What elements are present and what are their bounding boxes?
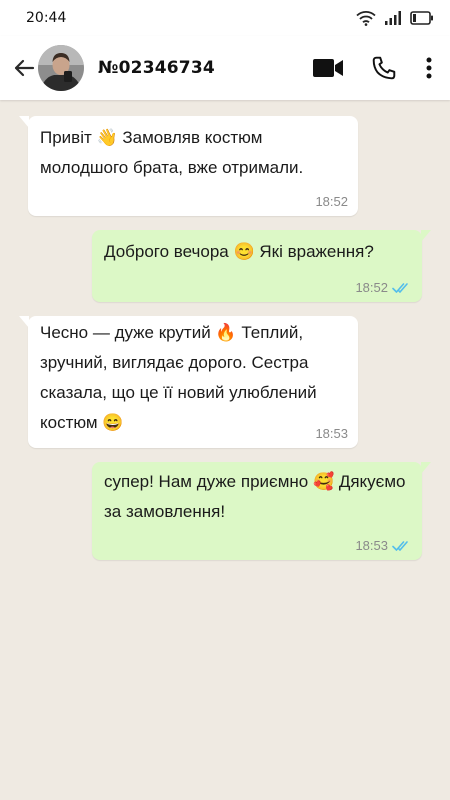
message-meta: 18:53 bbox=[355, 538, 412, 554]
message-text: Чесно — дуже крутий 🔥 Теплий, зручний, в… bbox=[40, 323, 317, 432]
message-list[interactable]: Привіт 👋 Замовляв костюм молодшого брата… bbox=[0, 100, 450, 800]
message-text: супер! Нам дуже приємно 🥰 Дякуємо за зам… bbox=[104, 472, 406, 521]
signal-icon bbox=[385, 11, 401, 25]
status-icons bbox=[356, 10, 434, 26]
message-incoming[interactable]: Чесно — дуже крутий 🔥 Теплий, зручний, в… bbox=[19, 316, 358, 448]
message-text: Привіт 👋 Замовляв костюм молодшого брата… bbox=[40, 128, 304, 177]
more-vertical-icon bbox=[426, 57, 432, 79]
message-meta: 18:53 bbox=[315, 426, 348, 442]
status-time: 20:44 bbox=[26, 10, 67, 26]
message-text: Доброго вечора 😊 Які враження? bbox=[104, 242, 374, 261]
contact-avatar[interactable] bbox=[38, 45, 84, 91]
video-call-button[interactable] bbox=[308, 48, 348, 88]
message-meta: 18:52 bbox=[355, 280, 412, 296]
wifi-icon bbox=[356, 11, 376, 26]
battery-icon bbox=[410, 11, 433, 25]
message-time: 18:53 bbox=[315, 426, 348, 441]
message-time: 18:52 bbox=[315, 194, 348, 209]
message-incoming[interactable]: Привіт 👋 Замовляв костюм молодшого брата… bbox=[19, 116, 358, 216]
header-actions bbox=[308, 48, 450, 88]
read-ticks-icon bbox=[392, 283, 408, 293]
message-outgoing[interactable]: супер! Нам дуже приємно 🥰 Дякуємо за зам… bbox=[92, 462, 431, 560]
phone-icon bbox=[372, 56, 396, 80]
video-call-icon bbox=[313, 59, 343, 77]
message-time: 18:52 bbox=[355, 280, 388, 295]
chat-header: №02346734 bbox=[0, 36, 450, 100]
back-arrow-icon bbox=[14, 59, 35, 77]
more-options-button[interactable] bbox=[416, 48, 442, 88]
status-bar: 20:44 bbox=[0, 0, 450, 36]
contact-name[interactable]: №02346734 bbox=[98, 58, 215, 78]
message-time: 18:53 bbox=[355, 538, 388, 553]
avatar-image bbox=[38, 45, 84, 91]
voice-call-button[interactable] bbox=[366, 48, 402, 88]
message-outgoing[interactable]: Доброго вечора 😊 Які враження? 18:52 bbox=[92, 230, 431, 302]
read-ticks-icon bbox=[392, 541, 408, 551]
message-meta: 18:52 bbox=[315, 194, 348, 210]
